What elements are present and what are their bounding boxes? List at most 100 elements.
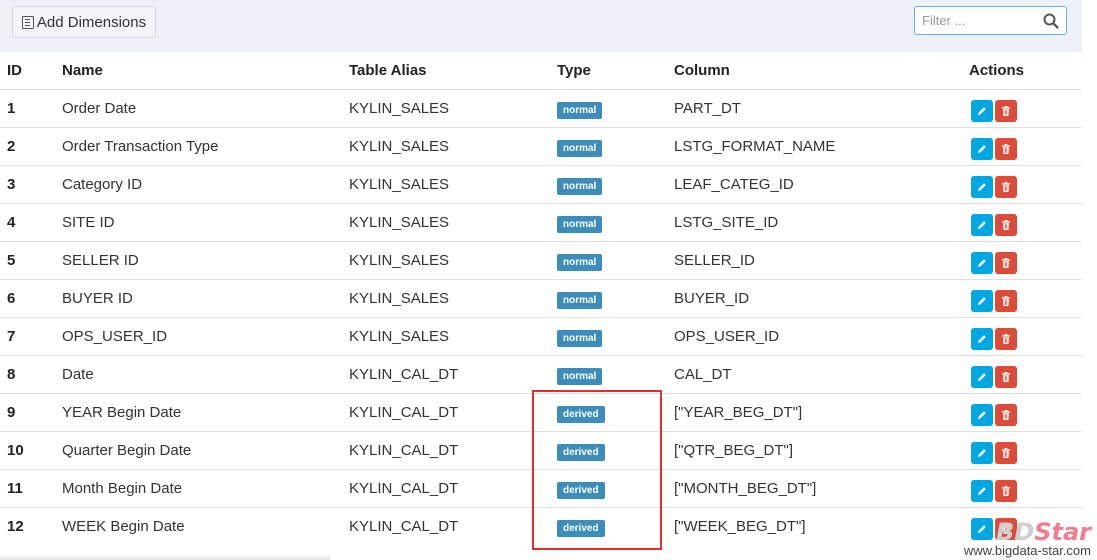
delete-button[interactable] bbox=[995, 403, 1017, 426]
filter-box bbox=[914, 6, 1067, 35]
edit-button[interactable] bbox=[971, 441, 993, 464]
delete-button[interactable] bbox=[995, 99, 1017, 122]
pencil-icon bbox=[978, 334, 986, 343]
pencil-icon bbox=[978, 106, 986, 115]
table-row: 6 BUYER ID KYLIN_SALES normal BUYER_ID bbox=[0, 279, 1082, 318]
row-id: 9 bbox=[0, 393, 62, 432]
row-name: YEAR Begin Date bbox=[62, 393, 349, 432]
trash-icon bbox=[1002, 219, 1010, 230]
row-id: 1 bbox=[0, 89, 62, 128]
row-actions bbox=[969, 165, 1082, 204]
delete-button[interactable] bbox=[995, 251, 1017, 274]
row-table-alias: KYLIN_SALES bbox=[349, 89, 557, 128]
add-dimensions-button[interactable]: Add Dimensions bbox=[12, 6, 156, 38]
header-id: ID bbox=[7, 62, 22, 79]
row-actions bbox=[969, 393, 1082, 432]
row-name: BUYER ID bbox=[62, 279, 349, 318]
row-actions bbox=[969, 317, 1082, 356]
trash-icon bbox=[1002, 257, 1010, 268]
filter-input[interactable] bbox=[915, 7, 1042, 34]
delete-button[interactable] bbox=[995, 137, 1017, 160]
table-row: 1 Order Date KYLIN_SALES normal PART_DT bbox=[0, 89, 1082, 128]
header-table-alias: Table Alias bbox=[349, 62, 427, 79]
delete-button[interactable] bbox=[995, 213, 1017, 236]
type-badge: normal bbox=[557, 216, 603, 233]
row-type: normal bbox=[557, 355, 674, 394]
row-name: SITE ID bbox=[62, 203, 349, 242]
pencil-icon bbox=[978, 144, 986, 153]
edit-button[interactable] bbox=[971, 365, 993, 388]
edit-button[interactable] bbox=[971, 289, 993, 312]
row-column: BUYER_ID bbox=[674, 279, 969, 318]
row-actions bbox=[969, 89, 1082, 128]
trash-icon bbox=[1002, 333, 1010, 344]
table-row: 7 OPS_USER_ID KYLIN_SALES normal OPS_USER_ID bbox=[0, 317, 1082, 356]
row-id: 7 bbox=[0, 317, 62, 356]
type-badge: normal bbox=[557, 330, 603, 347]
delete-button[interactable] bbox=[995, 289, 1017, 312]
delete-button[interactable] bbox=[995, 175, 1017, 198]
row-id: 3 bbox=[0, 165, 62, 204]
row-table-alias: KYLIN_SALES bbox=[349, 279, 557, 318]
row-table-alias: KYLIN_SALES bbox=[349, 203, 557, 242]
search-icon[interactable] bbox=[1043, 13, 1059, 29]
row-actions bbox=[969, 355, 1082, 394]
row-name: WEEK Begin Date bbox=[62, 507, 349, 545]
row-column: PART_DT bbox=[674, 89, 969, 128]
row-id: 8 bbox=[0, 355, 62, 394]
row-table-alias: KYLIN_CAL_DT bbox=[349, 507, 557, 545]
row-type: normal bbox=[557, 317, 674, 356]
type-badge: normal bbox=[557, 140, 603, 157]
edit-button[interactable] bbox=[971, 99, 993, 122]
row-type: normal bbox=[557, 127, 674, 166]
pencil-icon bbox=[978, 182, 986, 191]
edit-button[interactable] bbox=[971, 327, 993, 350]
add-dimensions-label: Add Dimensions bbox=[36, 13, 147, 31]
row-name: SELLER ID bbox=[62, 241, 349, 280]
row-actions bbox=[969, 241, 1082, 280]
delete-button[interactable] bbox=[995, 327, 1017, 350]
row-id: 6 bbox=[0, 279, 62, 318]
type-badge: normal bbox=[557, 292, 603, 309]
table-row: 3 Category ID KYLIN_SALES normal LEAF_CATEG_… bbox=[0, 165, 1082, 204]
row-table-alias: KYLIN_CAL_DT bbox=[349, 393, 557, 432]
row-actions bbox=[969, 431, 1082, 470]
row-id: 5 bbox=[0, 241, 62, 280]
trash-icon bbox=[1002, 295, 1010, 306]
row-name: Order Transaction Type bbox=[62, 127, 349, 166]
pencil-icon bbox=[978, 486, 986, 495]
pencil-icon bbox=[978, 372, 986, 381]
row-name: OPS_USER_ID bbox=[62, 317, 349, 356]
pencil-icon bbox=[978, 296, 986, 305]
edit-button[interactable] bbox=[971, 137, 993, 160]
delete-button[interactable] bbox=[995, 365, 1017, 388]
delete-button[interactable] bbox=[995, 441, 1017, 464]
pencil-icon bbox=[978, 220, 986, 229]
row-column: SELLER_ID bbox=[674, 241, 969, 280]
type-badge: normal bbox=[557, 254, 603, 271]
row-table-alias: KYLIN_SALES bbox=[349, 127, 557, 166]
row-column: ["MONTH_BEG_DT"] bbox=[674, 469, 969, 508]
watermark-url: www.bigdata-star.com bbox=[963, 543, 1091, 558]
row-table-alias: KYLIN_CAL_DT bbox=[349, 355, 557, 394]
row-type: normal bbox=[557, 165, 674, 204]
edit-button[interactable] bbox=[971, 251, 993, 274]
row-id: 4 bbox=[0, 203, 62, 242]
row-id: 11 bbox=[0, 469, 62, 508]
trash-icon bbox=[1002, 485, 1010, 496]
row-type: normal bbox=[557, 241, 674, 280]
row-name: Date bbox=[62, 355, 349, 394]
row-column: LEAF_CATEG_ID bbox=[674, 165, 969, 204]
pencil-icon bbox=[978, 448, 986, 457]
header-actions: Actions bbox=[969, 62, 1025, 79]
trash-icon bbox=[1002, 143, 1010, 154]
type-badge: normal bbox=[557, 178, 603, 195]
edit-button[interactable] bbox=[971, 213, 993, 236]
row-actions bbox=[969, 127, 1082, 166]
delete-button[interactable] bbox=[995, 479, 1017, 502]
row-type: normal bbox=[557, 89, 674, 128]
row-name: Order Date bbox=[62, 89, 349, 128]
edit-button[interactable] bbox=[971, 403, 993, 426]
edit-button[interactable] bbox=[971, 479, 993, 502]
edit-button[interactable] bbox=[971, 175, 993, 198]
